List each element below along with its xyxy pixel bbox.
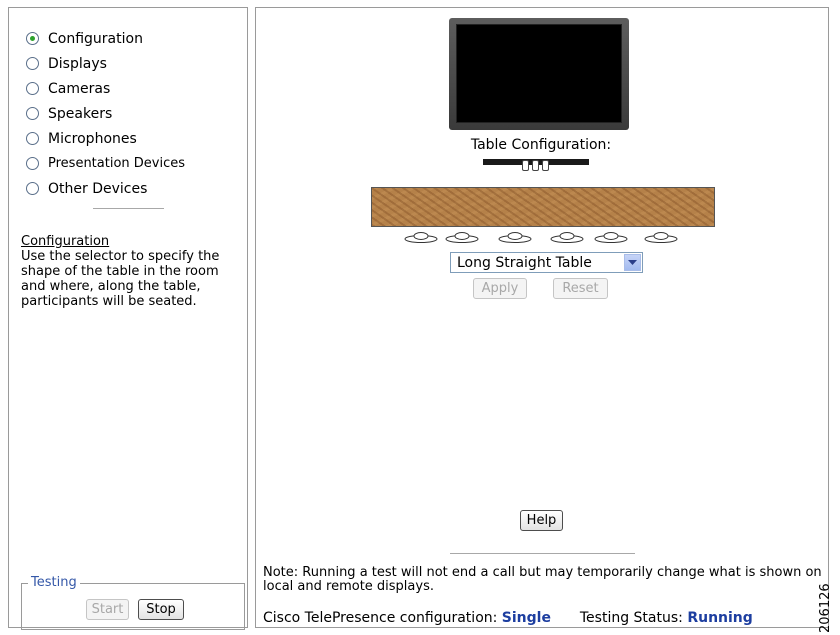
radio-microphones[interactable]: Microphones [26,126,185,151]
table-image [371,187,715,227]
description-title: Configuration [21,234,110,249]
radio-icon [26,107,39,120]
chair-icon [644,231,678,243]
config-label: Cisco TelePresence configuration: [263,610,498,626]
chair-icon [498,231,532,243]
radio-cameras[interactable]: Cameras [26,76,185,101]
right-panel: Table Configuration: Long Straight Table [255,7,829,628]
radio-label: Cameras [48,80,111,97]
left-panel: Configuration Displays Cameras Speakers … [8,7,248,630]
stop-button[interactable]: Stop [138,599,184,620]
table-type-value: Long Straight Table [457,254,592,271]
table-config-label: Table Configuration: [470,137,612,153]
radio-icon [26,157,39,170]
status-line: Cisco TelePresence configuration: Single… [263,610,753,626]
radio-icon [26,82,39,95]
radio-icon [26,182,39,195]
table-type-select[interactable]: Long Straight Table [450,252,643,273]
radio-speakers[interactable]: Speakers [26,101,185,126]
radio-selected-icon [26,32,39,45]
radio-icon [26,57,39,70]
radio-displays[interactable]: Displays [26,51,185,76]
status-value: Running [687,610,753,626]
description-block: Configuration Use the selector to specif… [21,234,245,309]
nav-divider [93,208,164,209]
radio-label: Configuration [48,30,143,47]
radio-other-devices[interactable]: Other Devices [26,176,185,201]
radio-configuration[interactable]: Configuration [26,26,185,51]
help-button[interactable]: Help [520,510,563,531]
preview-chairs-icon [518,160,552,171]
chair-icon [445,231,479,243]
chair-icon [594,231,628,243]
description-text: Use the selector to specify the shape of… [21,249,220,309]
radio-label: Presentation Devices [48,156,186,171]
radio-label: Speakers [48,105,113,122]
reset-button[interactable]: Reset [553,278,608,299]
status-label: Testing Status: [579,610,683,626]
testing-group: Testing Start Stop [21,575,245,630]
start-button[interactable]: Start [86,599,129,620]
config-value: Single [501,610,551,626]
display-monitor-icon [449,18,629,130]
radio-label: Other Devices [48,180,148,197]
figure-id: 206126 [818,583,833,633]
radio-icon [26,132,39,145]
test-note: Note: Running a test will not end a call… [263,565,822,594]
radio-label: Displays [48,55,107,72]
chevron-down-icon[interactable] [624,254,641,271]
device-selector-list: Configuration Displays Cameras Speakers … [26,26,185,201]
radio-label: Microphones [48,130,137,147]
footer-divider [450,553,635,554]
testing-legend: Testing [28,575,80,590]
seat-row [404,231,704,245]
apply-button[interactable]: Apply [473,278,527,299]
radio-presentation-devices[interactable]: Presentation Devices [26,151,185,176]
chair-icon [404,231,438,243]
chair-icon [550,231,584,243]
monitor-screen [456,24,622,123]
